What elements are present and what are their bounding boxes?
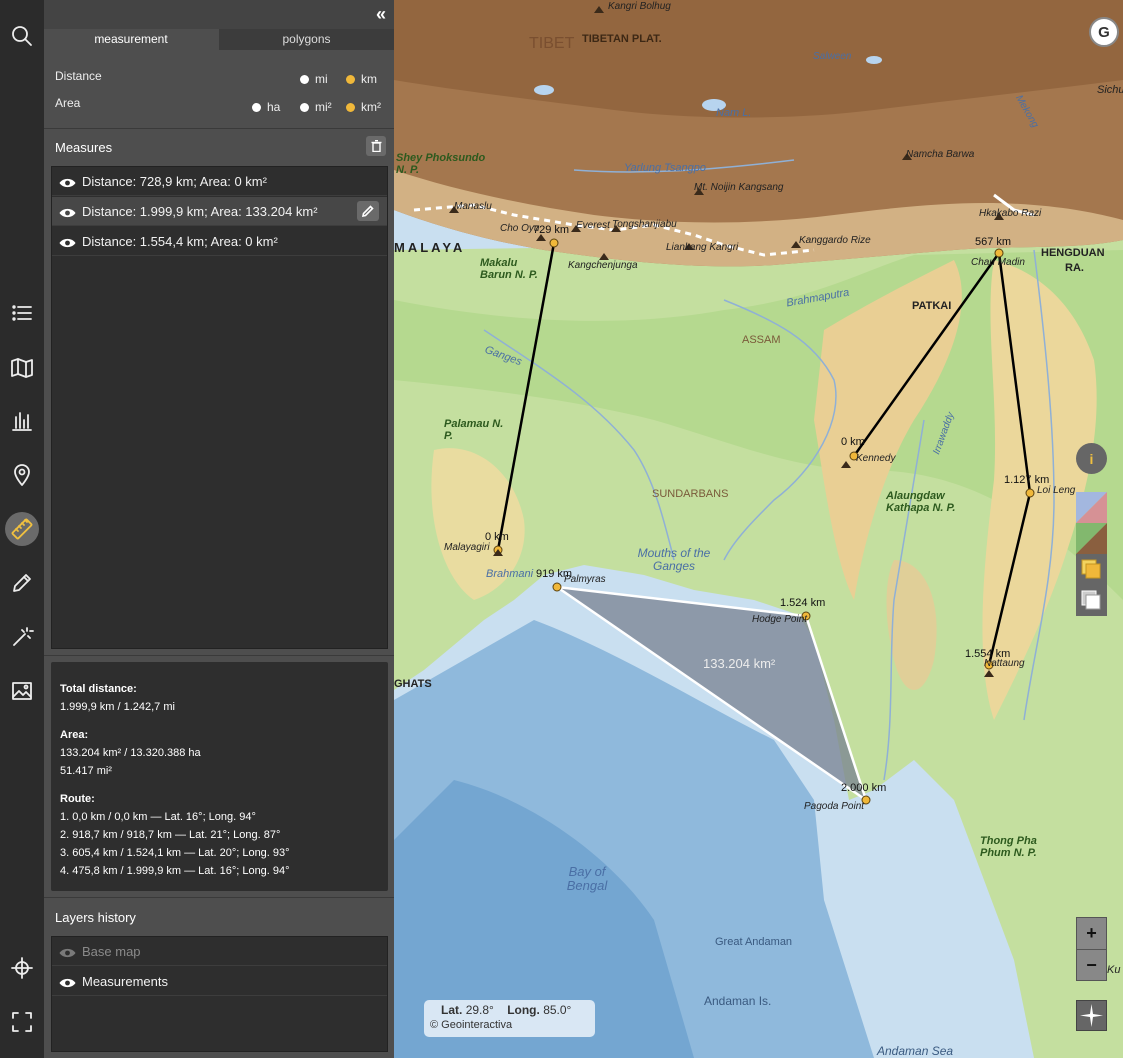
left-toolbar: [0, 0, 44, 1058]
overlay-button[interactable]: [1076, 585, 1107, 616]
tab-polygons[interactable]: polygons: [219, 29, 394, 50]
ruler-icon: [11, 518, 33, 540]
measurement-panel: « measurement polygons Distance mi km Ar…: [44, 0, 394, 1058]
copy-layers-icon: [1081, 590, 1101, 610]
total-distance-label: Total distance:: [60, 683, 137, 695]
map-canvas[interactable]: TIBET TIBETAN PLAT. MALAYA ASSAM PATKAI …: [394, 0, 1123, 1058]
layer-thumbnail-icon: [1076, 523, 1107, 554]
measure-item-label: Distance: 728,9 km; Area: 0 km²: [82, 173, 267, 189]
tab-measurement[interactable]: measurement: [44, 29, 218, 50]
layer-item[interactable]: Base map: [52, 937, 387, 966]
layer-relief-button[interactable]: [1076, 492, 1107, 523]
area-label: Area: [55, 96, 81, 110]
locate-button[interactable]: [5, 951, 39, 985]
distance-unit-km-radio[interactable]: km: [346, 72, 377, 86]
list-button[interactable]: [5, 296, 39, 330]
route-step: 2. 918,7 km / 918,7 km — Lat. 21°; Long.…: [60, 829, 281, 841]
compass-button[interactable]: [1076, 1000, 1107, 1031]
zoom-in-button[interactable]: +: [1077, 918, 1106, 949]
divider: [44, 128, 394, 129]
layer-terrain-button[interactable]: [1076, 523, 1107, 554]
area-value: 133.204 km² / 13.320.388 ha: [60, 747, 201, 759]
measures-title: Measures: [55, 140, 113, 155]
layers-list: Base map Measurements: [51, 936, 388, 1052]
image-icon: [12, 682, 32, 700]
location-button[interactable]: [5, 458, 39, 492]
distance-unit-mi-radio[interactable]: mi: [300, 72, 328, 86]
zoom-out-button[interactable]: −: [1077, 949, 1106, 980]
lat-value: 29.8°: [465, 1003, 494, 1017]
measure-item[interactable]: Distance: 728,9 km; Area: 0 km²: [52, 167, 387, 196]
area-details-label: Area:: [60, 729, 89, 741]
area-unit-km2-radio[interactable]: km²: [346, 100, 381, 114]
zoom-control: + −: [1076, 917, 1107, 981]
divider: [44, 897, 394, 898]
layer-item-label: Base map: [82, 943, 141, 959]
measure-item[interactable]: Distance: 1.999,9 km; Area: 133.204 km²: [52, 197, 387, 226]
total-distance-value: 1.999,9 km / 1.242,7 mi: [60, 701, 175, 713]
measure-item-label: Distance: 1.999,9 km; Area: 133.204 km²: [82, 203, 318, 219]
edit-measure-button[interactable]: [357, 201, 379, 221]
copyright: © Geointeractiva: [430, 1019, 513, 1031]
distance-label: Distance: [55, 69, 102, 83]
layer-thumbnail-icon: [1076, 492, 1107, 523]
eye-icon[interactable]: [59, 206, 76, 218]
long-label: Long.: [507, 1003, 540, 1017]
trash-icon: [371, 140, 381, 152]
fullscreen-button[interactable]: [5, 1005, 39, 1039]
fullscreen-icon: [12, 1012, 32, 1032]
area-unit-mi2-radio[interactable]: mi²: [300, 100, 332, 114]
search-icon: [12, 26, 32, 46]
lat-label: Lat.: [441, 1003, 463, 1017]
layers-stack-button[interactable]: [1076, 554, 1107, 585]
eye-icon[interactable]: [59, 236, 76, 248]
measure-item[interactable]: Distance: 1.554,4 km; Area: 0 km²: [52, 227, 387, 256]
measure-button[interactable]: [5, 512, 39, 546]
route-step: 4. 475,8 km / 1.999,9 km — Lat. 16°; Lon…: [60, 865, 290, 877]
effects-button[interactable]: [5, 620, 39, 654]
layer-item-label: Measurements: [82, 973, 168, 989]
delete-all-button[interactable]: [366, 136, 386, 156]
route-step: 3. 605,4 km / 1.524,1 km — Lat. 20°; Lon…: [60, 847, 290, 859]
map-button[interactable]: [5, 351, 39, 385]
pencil-icon: [13, 574, 31, 592]
eye-icon[interactable]: [59, 176, 76, 188]
map-svg: [394, 0, 1123, 1058]
geointeractiva-logo[interactable]: G: [1089, 17, 1119, 47]
measures-list: Distance: 728,9 km; Area: 0 km² Distance…: [51, 166, 388, 649]
eye-icon[interactable]: [59, 976, 76, 988]
image-button[interactable]: [5, 674, 39, 708]
area-value: 51.417 mi²: [60, 765, 112, 777]
list-icon: [12, 305, 32, 321]
panel-header: «: [44, 0, 394, 29]
coordinates-readout: Lat. 29.8° Long. 85.0° © Geointeractiva: [424, 1000, 595, 1037]
draw-button[interactable]: [5, 566, 39, 600]
layers-icon: [1081, 559, 1101, 579]
measure-item-label: Distance: 1.554,4 km; Area: 0 km²: [82, 233, 278, 249]
layers-history-title: Layers history: [55, 910, 136, 925]
panel-tabs: measurement polygons: [44, 29, 394, 50]
compass-icon: [1080, 1004, 1103, 1027]
collapse-panel-button[interactable]: «: [376, 5, 386, 23]
search-button[interactable]: [5, 19, 39, 53]
divider: [44, 655, 394, 656]
app-window: « measurement polygons Distance mi km Ar…: [0, 0, 1123, 1058]
location-pin-icon: [14, 464, 30, 486]
chart-button[interactable]: [5, 404, 39, 438]
layer-item[interactable]: Measurements: [52, 967, 387, 996]
info-button[interactable]: i: [1076, 443, 1107, 474]
crosshair-icon: [11, 957, 33, 979]
chart-icon: [12, 412, 32, 431]
route-label: Route:: [60, 793, 95, 805]
pencil-icon: [362, 205, 374, 217]
area-unit-ha-radio[interactable]: ha: [252, 100, 280, 114]
long-value: 85.0°: [543, 1003, 572, 1017]
magic-wand-icon: [13, 627, 34, 646]
measure-details: Total distance: 1.999,9 km / 1.242,7 mi …: [51, 662, 388, 891]
route-step: 1. 0,0 km / 0,0 km — Lat. 16°; Long. 94°: [60, 811, 256, 823]
eye-icon[interactable]: [59, 946, 76, 958]
map-icon: [11, 358, 33, 378]
